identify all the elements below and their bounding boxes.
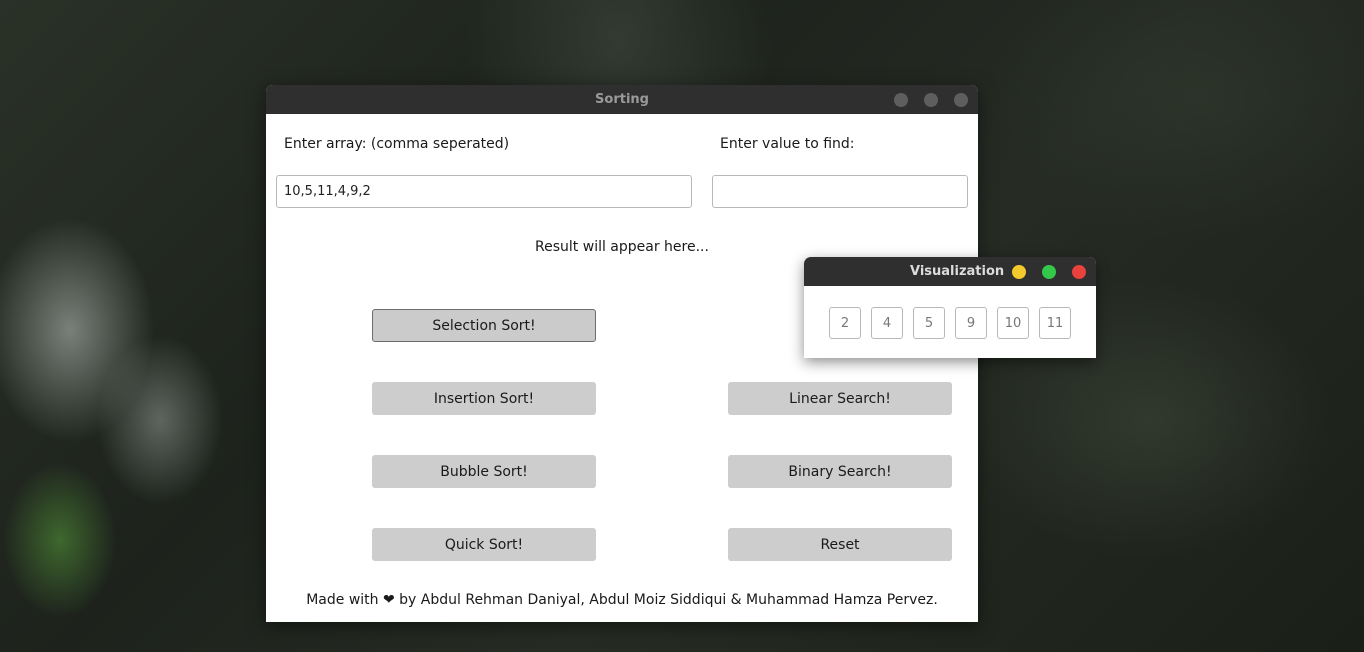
binary-search-button[interactable]: Binary Search!	[728, 455, 952, 488]
sorting-titlebar[interactable]: Sorting	[266, 85, 978, 114]
array-cell: 11	[1039, 307, 1071, 339]
visualization-title: Visualization	[910, 264, 1005, 279]
reset-button[interactable]: Reset	[728, 528, 952, 561]
maximize-button[interactable]	[1042, 265, 1056, 279]
array-cell: 10	[997, 307, 1029, 339]
visualization-window: Visualization 2 4 5 9 10 11	[804, 257, 1096, 358]
array-cells: 2 4 5 9 10 11	[829, 307, 1071, 339]
quick-sort-button[interactable]: Quick Sort!	[372, 528, 596, 561]
result-text: Result will appear here...	[535, 239, 709, 255]
array-cell: 2	[829, 307, 861, 339]
array-label: Enter array: (comma seperated)	[284, 136, 510, 152]
array-cell: 9	[955, 307, 987, 339]
visualization-titlebar[interactable]: Visualization	[804, 257, 1096, 286]
footer-credits: Made with ❤ by Abdul Rehman Daniyal, Abd…	[306, 592, 938, 608]
minimize-button[interactable]	[894, 93, 908, 107]
close-button[interactable]	[1072, 265, 1086, 279]
maximize-button[interactable]	[924, 93, 938, 107]
find-value-input[interactable]	[712, 175, 968, 208]
close-button[interactable]	[954, 93, 968, 107]
window-title: Sorting	[595, 92, 649, 107]
linear-search-button[interactable]: Linear Search!	[728, 382, 952, 415]
minimize-button[interactable]	[1012, 265, 1026, 279]
find-label: Enter value to find:	[720, 136, 855, 152]
array-cell: 4	[871, 307, 903, 339]
array-cell: 5	[913, 307, 945, 339]
insertion-sort-button[interactable]: Insertion Sort!	[372, 382, 596, 415]
bubble-sort-button[interactable]: Bubble Sort!	[372, 455, 596, 488]
selection-sort-button[interactable]: Selection Sort!	[372, 309, 596, 342]
array-input[interactable]	[276, 175, 692, 208]
